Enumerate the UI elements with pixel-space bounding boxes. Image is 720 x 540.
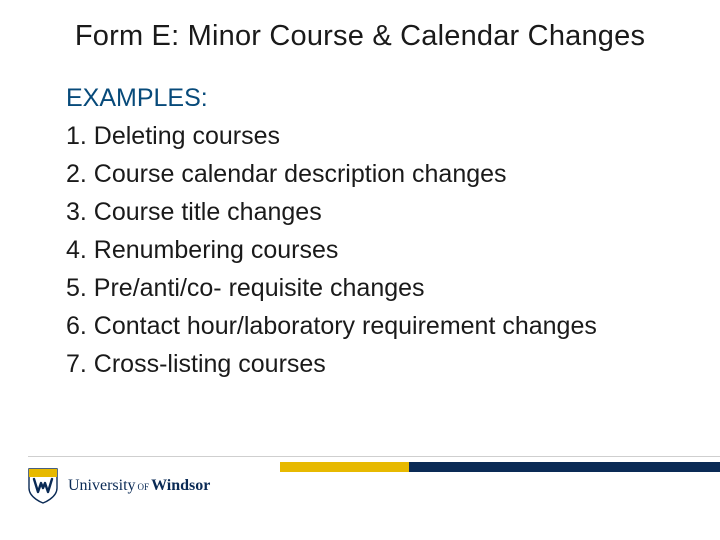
stripe-gold: [280, 462, 409, 472]
list-item: 7. Cross-listing courses: [66, 345, 660, 383]
wordmark-university: University: [68, 477, 136, 494]
list-item: 1. Deleting courses: [66, 117, 660, 155]
university-wordmark: UniversityOFWindsor: [68, 477, 210, 495]
slide-title: Form E: Minor Course & Calendar Changes: [0, 20, 720, 53]
slide-footer: UniversityOFWindsor: [0, 456, 720, 510]
wordmark-of: OF: [136, 482, 152, 492]
shield-icon: [28, 468, 58, 504]
stripe-navy: [409, 462, 720, 472]
list-item: 6. Contact hour/laboratory requirement c…: [66, 307, 660, 345]
wordmark-windsor: Windsor: [151, 477, 210, 494]
list-item: 2. Course calendar description changes: [66, 155, 660, 193]
divider: [28, 456, 720, 457]
list-item: 5. Pre/anti/co- requisite changes: [66, 269, 660, 307]
slide: Form E: Minor Course & Calendar Changes …: [0, 0, 720, 540]
list-item: 4. Renumbering courses: [66, 231, 660, 269]
slide-body: EXAMPLES: 1. Deleting courses 2. Course …: [66, 84, 660, 383]
brand-stripe: [280, 462, 720, 472]
university-logo: UniversityOFWindsor: [28, 466, 210, 506]
list-item: 3. Course title changes: [66, 193, 660, 231]
examples-heading: EXAMPLES:: [66, 84, 660, 113]
